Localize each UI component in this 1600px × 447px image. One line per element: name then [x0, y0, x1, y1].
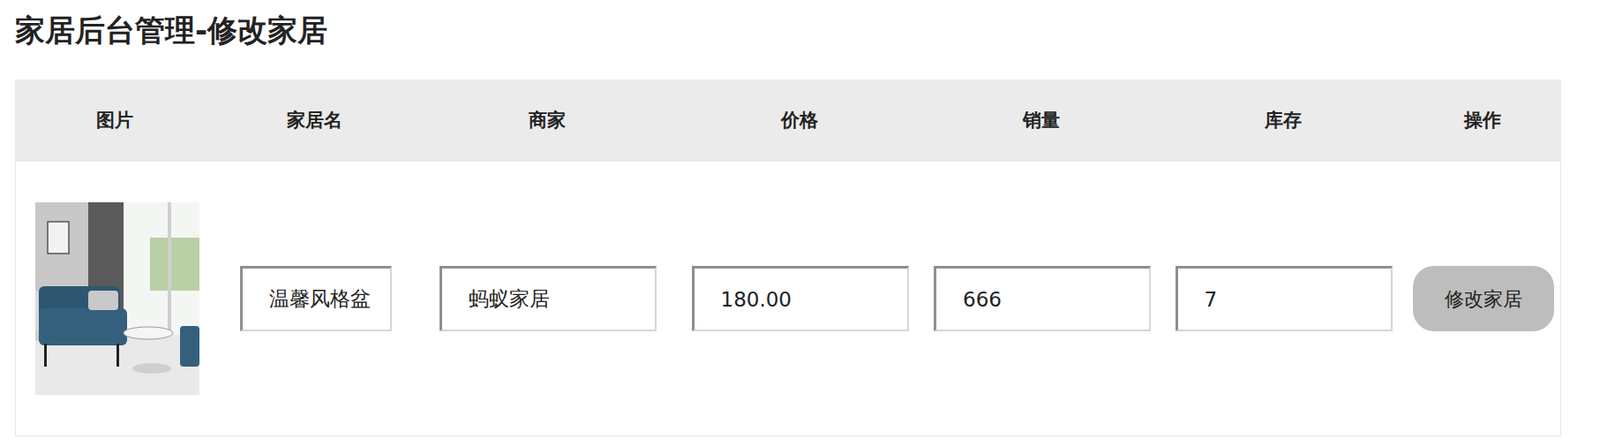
table-cell: 修改家居	[1404, 161, 1563, 436]
sales-input[interactable]	[933, 265, 1151, 331]
column-header: 价格	[677, 79, 921, 162]
table-cell	[416, 161, 679, 436]
column-header: 商家	[415, 79, 678, 162]
column-header: 家居名	[213, 79, 416, 162]
column-header: 操作	[1403, 79, 1562, 162]
column-header: 图片	[15, 79, 214, 162]
update-button[interactable]: 修改家居	[1412, 265, 1555, 331]
table-cell	[678, 161, 922, 436]
image-cell	[15, 161, 215, 436]
stock-input[interactable]	[1175, 265, 1393, 331]
table-row: 修改家居	[15, 161, 1562, 436]
table-cell	[921, 161, 1164, 436]
page: 家居后台管理-修改家居图片家居名商家价格销量库存操作修改家居	[0, 10, 1600, 436]
furniture-table: 图片家居名商家价格销量库存操作修改家居	[15, 79, 1562, 436]
column-header: 库存	[1162, 79, 1404, 162]
table-cell	[1163, 161, 1405, 436]
merchant-input[interactable]	[439, 265, 657, 331]
page-title: 家居后台管理-修改家居	[15, 10, 1562, 50]
table-cell	[214, 161, 417, 436]
furniture-photo	[35, 202, 200, 395]
name-input[interactable]	[240, 265, 392, 331]
column-header: 销量	[920, 79, 1163, 162]
table-header: 图片家居名商家价格销量库存操作	[15, 79, 1562, 162]
price-input[interactable]	[691, 265, 909, 331]
